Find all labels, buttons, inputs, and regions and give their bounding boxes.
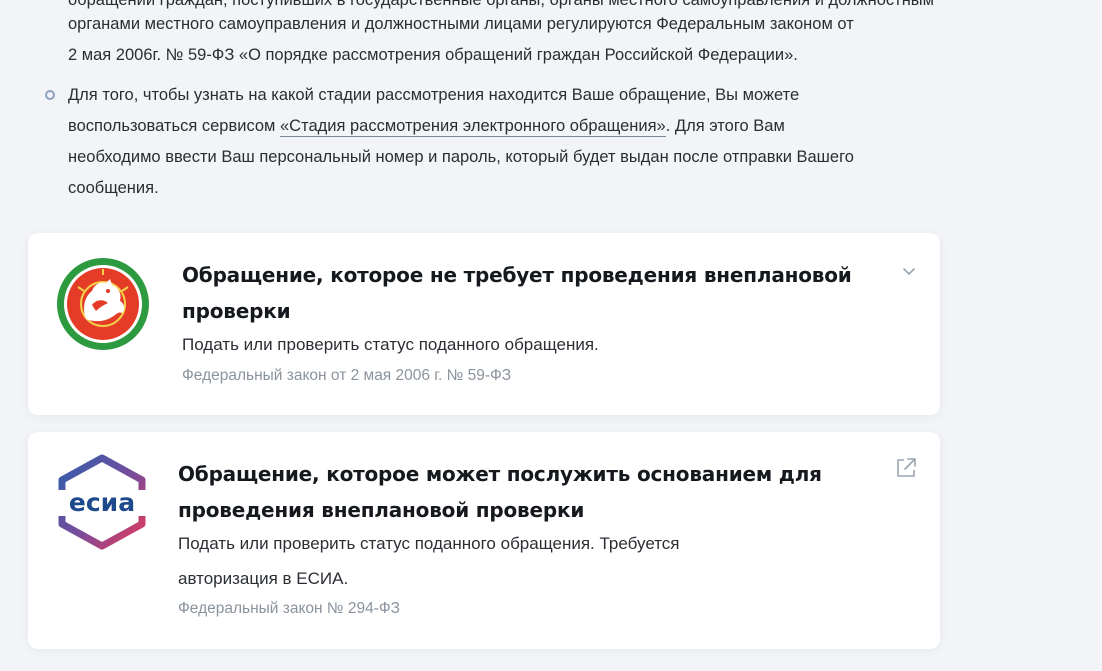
card-title-line-2: проведения внеплановой проверки [178,498,585,522]
appeal-card-inspection-basis[interactable]: есиа Обращение, которое может послужить … [28,432,940,649]
list-bullet-icon [45,90,55,100]
status-paragraph-suffix: . Для этого Вам [665,117,785,135]
card-title-line-1: Обращение, которое может послужить основ… [178,462,822,486]
card-title: Обращение, которое не требует проведения… [182,257,852,329]
card-title-line-2: проверки [182,299,291,323]
tatarstan-coat-of-arms-logo [57,258,149,350]
law-paragraph-line-2: 2 мая 2006г. № 59-ФЗ «О порядке рассмотр… [68,46,798,64]
law-paragraph-line-1: органами местного самоуправления и должн… [68,15,854,33]
esia-logo-text: есиа [69,488,135,517]
card-title-line-1: Обращение, которое не требует проведения… [182,263,852,287]
status-paragraph-line-1: Для того, чтобы узнать на какой стадии р… [68,86,800,104]
esia-logo: есиа [56,454,148,550]
status-check-paragraph: Для того, чтобы узнать на какой стадии р… [68,80,938,204]
card-subtitle-line-1: Подать или проверить статус поданного об… [178,534,680,553]
status-paragraph-line-2: воспользоваться сервисом «Стадия рассмот… [68,111,938,142]
external-link-icon[interactable] [894,456,918,480]
card-title: Обращение, которое может послужить основ… [178,456,822,528]
law-paragraph: органами местного самоуправления и должн… [68,9,938,71]
status-paragraph-prefix: воспользоваться сервисом [68,117,280,135]
card-subtitle: Подать или проверить статус поданного об… [182,335,599,354]
card-subtitle: Подать или проверить статус поданного об… [178,526,680,596]
stage-of-review-link[interactable]: «Стадия рассмотрения электронного обраще… [279,117,666,137]
appeal-card-no-inspection[interactable]: Обращение, которое не требует проведения… [28,233,940,415]
chevron-down-icon[interactable] [900,263,918,281]
card-subtitle-line-2: авторизация в ЕСИА. [178,569,349,588]
card-law-note: Федеральный закон № 294-ФЗ [178,600,401,617]
status-paragraph-line-3: необходимо ввести Ваш персональный номер… [68,148,854,166]
status-paragraph-line-4: сообщения. [68,179,159,197]
card-law-note: Федеральный закон от 2 мая 2006 г. № 59-… [182,367,512,384]
